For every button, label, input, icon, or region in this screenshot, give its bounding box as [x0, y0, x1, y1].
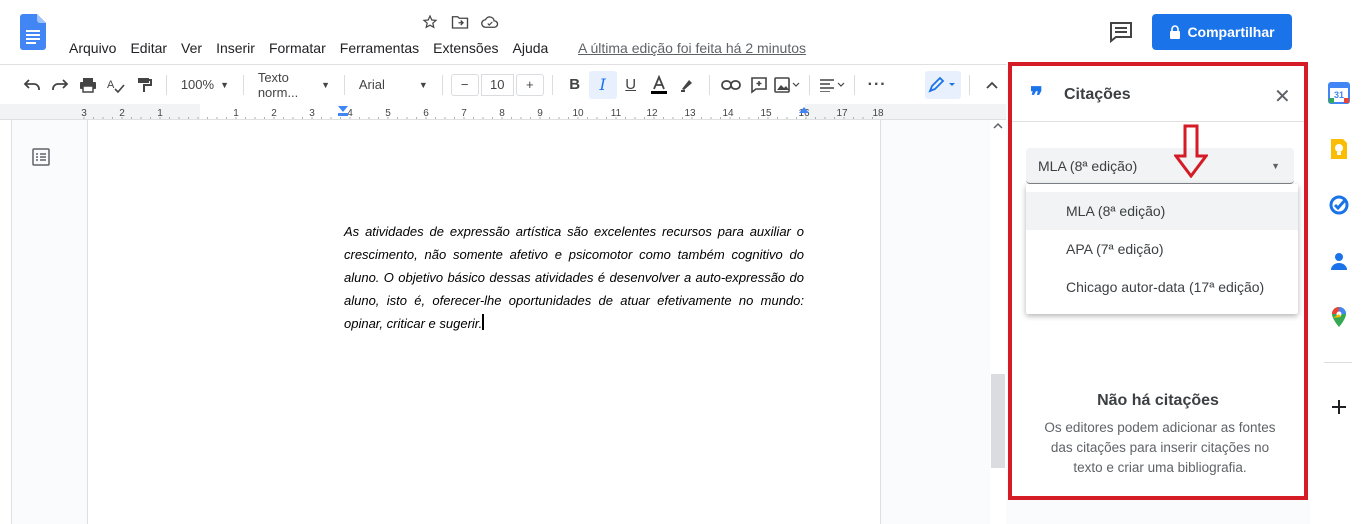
share-button-label: Compartilhar — [1187, 24, 1275, 40]
svg-text:A: A — [107, 79, 115, 91]
share-button[interactable]: Compartilhar — [1152, 14, 1292, 50]
ruler-number: 14 — [722, 108, 734, 119]
first-line-indent-marker[interactable] — [338, 113, 348, 116]
toolbar-divider — [969, 74, 971, 95]
collapse-menus-icon[interactable] — [978, 71, 1006, 99]
document-outline-icon[interactable] — [32, 148, 50, 166]
side-panel-divider — [1324, 362, 1352, 363]
citation-style-dropdown: MLA (8ª edição) APA (7ª edição) Chicago … — [1026, 184, 1298, 314]
lock-icon — [1170, 25, 1181, 39]
add-icon[interactable] — [1328, 396, 1350, 418]
paint-format-icon[interactable] — [130, 71, 158, 99]
underline-icon[interactable]: U — [617, 71, 645, 99]
highlight-color-icon[interactable] — [673, 71, 701, 99]
star-icon[interactable] — [420, 12, 440, 32]
horizontal-ruler: 3 2 1 1 2 3 4 5 6 7 8 9 10 11 12 13 14 15 16 17 18 — [0, 104, 1006, 120]
zoom-value: 100% — [180, 77, 215, 92]
citation-style-option[interactable]: APA (7ª edição) — [1026, 230, 1298, 268]
keep-icon[interactable] — [1328, 138, 1350, 160]
tasks-icon[interactable] — [1328, 194, 1350, 216]
font-value: Arial — [358, 77, 385, 92]
close-icon[interactable]: ✕ — [1274, 84, 1291, 109]
citation-style-value: MLA (8ª edição) — [1038, 157, 1138, 174]
align-icon[interactable] — [818, 71, 846, 99]
menu-ferramentas[interactable]: Ferramentas — [333, 38, 426, 58]
text-color-icon[interactable] — [645, 71, 673, 99]
maps-icon[interactable] — [1328, 306, 1350, 328]
zoom-select[interactable]: 100% ▼ — [175, 77, 235, 92]
increase-font-size-button[interactable]: + — [515, 73, 544, 96]
insert-image-icon[interactable] — [773, 71, 801, 99]
text-cursor — [482, 314, 484, 330]
move-folder-icon[interactable] — [450, 12, 470, 32]
redo-icon[interactable] — [46, 71, 74, 99]
toolbar-divider — [441, 74, 443, 95]
citation-style-select[interactable]: MLA (8ª edição) ▼ — [1026, 148, 1294, 184]
toolbar-divider — [708, 74, 710, 95]
menu-ajuda[interactable]: Ajuda — [506, 38, 556, 58]
no-citations-title: Não há citações — [1097, 392, 1219, 409]
decrease-font-size-button[interactable]: − — [450, 73, 479, 96]
ruler-number: 15 — [760, 108, 772, 119]
ruler-number: 17 — [836, 108, 848, 119]
chevron-down-icon: ▼ — [418, 79, 428, 90]
vertical-ruler — [0, 120, 12, 524]
side-panel-apps: 31 — [1310, 64, 1366, 524]
italic-icon[interactable]: I — [588, 70, 617, 99]
print-icon[interactable] — [74, 71, 102, 99]
toolbar: A 100% ▼ Texto norm... ▼ Arial ▼ − 10 + B I… — [0, 64, 1006, 104]
insert-link-icon[interactable] — [717, 71, 745, 99]
cloud-status-icon[interactable] — [480, 12, 500, 32]
citations-panel-header: ❞ Citações ✕ — [1012, 66, 1304, 122]
citation-style-option[interactable]: Chicago autor-data (17ª edição) — [1026, 268, 1298, 306]
document-body-text[interactable]: As atividades de expressão artística são… — [344, 220, 804, 335]
scrollbar-thumb[interactable] — [991, 374, 1005, 468]
menu-arquivo[interactable]: Arquivo — [62, 38, 123, 58]
ruler-number: 18 — [872, 108, 884, 119]
pencil-icon — [928, 76, 956, 93]
paragraph-style-value: Texto norm... — [257, 69, 299, 100]
toolbar-divider — [854, 74, 856, 95]
font-size-input[interactable]: 10 — [480, 73, 514, 96]
ruler-number: 12 — [646, 108, 658, 119]
add-comment-icon[interactable] — [745, 71, 773, 99]
toolbar-divider — [344, 74, 345, 95]
menu-editar[interactable]: Editar — [123, 38, 174, 58]
editing-mode-button[interactable] — [925, 70, 962, 99]
chevron-down-icon: ▼ — [321, 79, 331, 90]
menu-extensoes[interactable]: Extensões — [426, 38, 505, 58]
toolbar-divider — [551, 74, 553, 95]
menu-ver[interactable]: Ver — [174, 38, 209, 58]
menu-bar: Arquivo Editar Ver Inserir Formatar Ferr… — [62, 38, 555, 58]
menu-formatar[interactable]: Formatar — [262, 38, 333, 58]
font-select[interactable]: Arial ▼ — [353, 77, 434, 92]
citations-panel: ❞ Citações ✕ MLA (8ª edição) ▼ MLA (8ª e… — [1008, 62, 1308, 500]
contacts-icon[interactable] — [1328, 250, 1350, 272]
down-arrow-annotation-icon — [1174, 124, 1208, 178]
citation-style-option[interactable]: MLA (8ª edição) — [1026, 192, 1298, 230]
calendar-icon[interactable]: 31 — [1328, 82, 1350, 104]
comment-history-icon[interactable] — [1108, 20, 1134, 44]
spellcheck-icon[interactable]: A — [102, 71, 130, 99]
chevron-down-icon: ▼ — [1271, 160, 1280, 171]
citations-panel-title: Citações — [1064, 86, 1131, 103]
scroll-up-icon[interactable] — [993, 122, 1003, 130]
chevron-down-icon: ▼ — [220, 79, 229, 90]
toolbar-divider — [243, 74, 244, 95]
more-options-icon[interactable]: ··· — [863, 71, 891, 99]
bold-icon[interactable]: B — [561, 71, 589, 99]
undo-icon[interactable] — [18, 71, 46, 99]
last-edit-link[interactable]: A última edição foi feita há 2 minutos — [578, 40, 806, 56]
no-citations-description: Os editores podem adicionar as fontes da… — [1044, 420, 1276, 475]
ruler-number: 13 — [684, 108, 696, 119]
menu-inserir[interactable]: Inserir — [209, 38, 262, 58]
quote-icon: ❞ — [1030, 81, 1043, 110]
docs-logo-icon[interactable] — [20, 14, 46, 50]
toolbar-divider — [166, 74, 167, 95]
top-bar: Arquivo Editar Ver Inserir Formatar Ferr… — [0, 0, 1366, 64]
toolbar-divider — [809, 74, 811, 95]
svg-text:31: 31 — [1334, 90, 1344, 100]
paragraph-style-select[interactable]: Texto norm... ▼ — [252, 70, 336, 100]
